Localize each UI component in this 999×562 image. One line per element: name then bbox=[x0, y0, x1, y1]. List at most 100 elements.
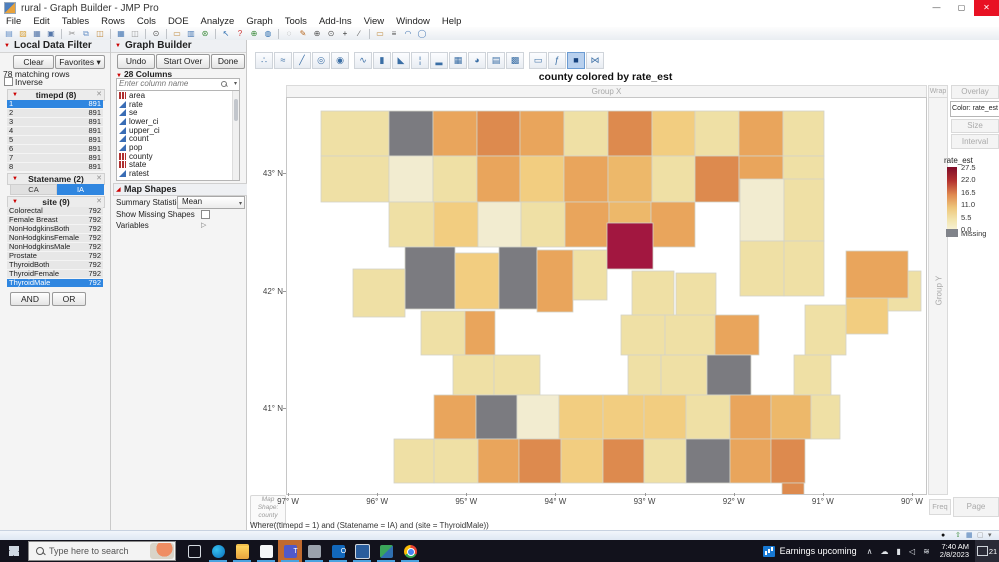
page-drop-zone[interactable]: Page bbox=[953, 497, 999, 517]
county-shape[interactable] bbox=[739, 111, 783, 156]
timepd-row-3[interactable]: 3891 bbox=[7, 118, 103, 126]
teams-icon[interactable]: T bbox=[278, 540, 302, 562]
site-row-colorectal[interactable]: Colorectal792 bbox=[7, 207, 103, 215]
county-shape[interactable] bbox=[434, 395, 476, 439]
timepd-row-6[interactable]: 6891 bbox=[7, 145, 103, 153]
file-explorer-icon[interactable] bbox=[230, 540, 254, 562]
inverse-checkbox[interactable] bbox=[4, 77, 13, 86]
site-row-nonhodgkinsfemale[interactable]: NonHodgkinsFemale792 bbox=[7, 234, 103, 242]
red-triangle-menu-icon[interactable]: ▼ bbox=[4, 40, 10, 52]
county-shape[interactable] bbox=[686, 439, 730, 483]
column-item-rate[interactable]: rate bbox=[117, 100, 239, 109]
box-plot-icon[interactable]: ¦ bbox=[411, 52, 429, 69]
column-item-state[interactable]: state bbox=[117, 161, 239, 170]
jmp-taskbar-icon[interactable] bbox=[374, 540, 398, 562]
bar-icon[interactable]: ▮ bbox=[373, 52, 391, 69]
open-icon[interactable]: ▨ bbox=[17, 28, 29, 39]
county-shape[interactable] bbox=[433, 156, 477, 202]
start-button[interactable] bbox=[0, 540, 28, 562]
county-shape[interactable] bbox=[665, 315, 715, 355]
remote-desktop-icon[interactable] bbox=[350, 540, 374, 562]
county-shape[interactable] bbox=[389, 156, 433, 202]
statename-segment-ia[interactable]: IA bbox=[57, 184, 104, 195]
county-shape[interactable] bbox=[632, 271, 674, 315]
county-shape[interactable] bbox=[565, 202, 609, 247]
smoother-icon[interactable]: ≈ bbox=[274, 52, 292, 69]
pie-icon[interactable]: ◕ bbox=[468, 52, 486, 69]
map-shapes-section-header[interactable]: ◢ Map Shapes bbox=[113, 183, 254, 196]
menu-item-view[interactable]: View bbox=[358, 16, 390, 27]
minimize-button[interactable]: — bbox=[924, 0, 949, 16]
map-shapes-icon[interactable]: ■ bbox=[567, 52, 585, 69]
county-shape[interactable] bbox=[478, 202, 521, 247]
show-missing-shapes-checkbox[interactable] bbox=[201, 210, 210, 219]
timepd-row-1[interactable]: 1891 bbox=[7, 100, 103, 108]
timepd-row-5[interactable]: 5891 bbox=[7, 136, 103, 144]
grabber-icon[interactable]: ⊕ bbox=[248, 28, 260, 39]
menu-item-add-ins[interactable]: Add-Ins bbox=[313, 16, 358, 27]
timepd-row-4[interactable]: 4891 bbox=[7, 127, 103, 135]
disclosure-triangle-icon[interactable]: ◢ bbox=[116, 184, 121, 196]
arc-icon[interactable]: ◠ bbox=[402, 28, 414, 39]
size-drop-zone[interactable]: Size bbox=[951, 119, 999, 133]
pointer-icon[interactable]: ↖ bbox=[220, 28, 232, 39]
menu-item-tables[interactable]: Tables bbox=[56, 16, 95, 27]
chevron-down-icon[interactable]: ▾ bbox=[234, 80, 237, 87]
county-shape[interactable] bbox=[499, 247, 537, 309]
stocks-icon[interactable] bbox=[763, 546, 775, 557]
site-row-prostate[interactable]: Prostate792 bbox=[7, 252, 103, 260]
menu-item-help[interactable]: Help bbox=[436, 16, 468, 27]
iowa-county-map[interactable] bbox=[287, 98, 926, 494]
menu-item-cols[interactable]: Cols bbox=[131, 16, 162, 27]
or-button[interactable]: OR bbox=[52, 292, 86, 306]
color-drop-zone[interactable]: Color: rate_est bbox=[950, 101, 999, 117]
county-shape[interactable] bbox=[421, 311, 465, 355]
battery-icon[interactable]: ▮ bbox=[897, 547, 901, 556]
menu-item-window[interactable]: Window bbox=[390, 16, 436, 27]
menu-item-graph[interactable]: Graph bbox=[240, 16, 278, 27]
local-data-filter-header[interactable]: ▼ Local Data Filter bbox=[0, 40, 110, 53]
timepd-row-8[interactable]: 8891 bbox=[7, 163, 103, 171]
undo-button[interactable]: Undo bbox=[117, 54, 155, 69]
menu-item-rows[interactable]: Rows bbox=[95, 16, 131, 27]
overlay-drop-zone[interactable]: Overlay bbox=[951, 85, 999, 99]
timepd-row-2[interactable]: 2891 bbox=[7, 109, 103, 117]
column-item-county[interactable]: county bbox=[117, 152, 239, 161]
site-row-thyroidboth[interactable]: ThyroidBoth792 bbox=[7, 261, 103, 269]
menu-item-doe[interactable]: DOE bbox=[162, 16, 195, 27]
plus-icon[interactable]: + bbox=[339, 28, 351, 39]
column-item-upper_ci[interactable]: upper_ci bbox=[117, 126, 239, 135]
lock-icon[interactable]: ◫ bbox=[129, 28, 141, 39]
task-view-icon[interactable] bbox=[182, 540, 206, 562]
line-of-fit-icon[interactable]: ╱ bbox=[293, 52, 311, 69]
site-row-nonhodgkinsboth[interactable]: NonHodgkinsBoth792 bbox=[7, 225, 103, 233]
county-shape[interactable] bbox=[434, 202, 478, 247]
county-shape[interactable] bbox=[603, 439, 644, 483]
close-icon[interactable]: ✕ bbox=[96, 174, 102, 184]
county-shape[interactable] bbox=[607, 223, 653, 269]
column-search-input[interactable] bbox=[119, 79, 214, 88]
slash-icon[interactable]: ∕ bbox=[353, 28, 365, 39]
column-item-lower_ci[interactable]: lower_ci bbox=[117, 117, 239, 126]
area-icon[interactable]: ◣ bbox=[392, 52, 410, 69]
list-icon[interactable]: ≡ bbox=[388, 28, 400, 39]
county-shape[interactable] bbox=[353, 269, 405, 317]
county-shape[interactable] bbox=[784, 241, 824, 296]
ellipse-icon[interactable]: ◎ bbox=[312, 52, 330, 69]
scatter-icon[interactable]: ∴ bbox=[255, 52, 273, 69]
county-shape[interactable] bbox=[559, 395, 603, 439]
site-row-thyroidfemale[interactable]: ThyroidFemale792 bbox=[7, 270, 103, 278]
county-shape[interactable] bbox=[394, 439, 434, 483]
county-shape[interactable] bbox=[477, 156, 520, 202]
county-shape[interactable] bbox=[686, 395, 730, 439]
county-shape[interactable] bbox=[389, 111, 433, 156]
stocks-label[interactable]: Earnings upcoming bbox=[780, 546, 857, 556]
notification-center-button[interactable]: 21 bbox=[975, 540, 999, 562]
journal-icon[interactable]: ▭ bbox=[171, 28, 183, 39]
volume-icon[interactable]: ◁ bbox=[909, 547, 915, 556]
brush-icon[interactable]: ✎ bbox=[297, 28, 309, 39]
county-shape[interactable] bbox=[805, 305, 846, 355]
chevron-up-icon[interactable]: ∧ bbox=[867, 547, 873, 556]
county-shape[interactable] bbox=[652, 111, 695, 156]
and-button[interactable]: AND bbox=[10, 292, 50, 306]
